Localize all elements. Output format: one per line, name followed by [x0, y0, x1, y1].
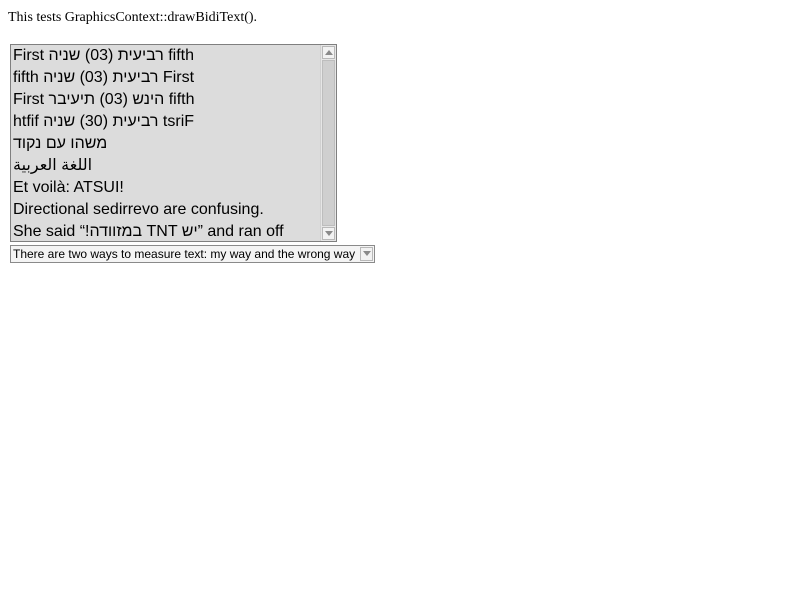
scroll-up-arrow-icon [325, 50, 333, 55]
list-item[interactable]: Directional sedirrevo are confusing. [11, 199, 320, 221]
list-item[interactable]: htfif רביעית (30) שניה tsriF [11, 111, 320, 133]
list-item[interactable]: She said “!במזוודה TNT יש” and ran off [11, 221, 320, 241]
list-item[interactable]: Et voilà: ATSUI! [11, 177, 320, 199]
list-item[interactable]: First הינש (03) תיעיבר fifth [11, 89, 320, 111]
scroll-down-button[interactable] [322, 227, 335, 240]
scroll-up-button[interactable] [322, 46, 335, 59]
bidi-listbox[interactable]: First רביעית (03) שניה fifth fifth רביעי… [10, 44, 337, 242]
measure-text-select[interactable]: There are two ways to measure text: my w… [10, 245, 375, 263]
scroll-thumb[interactable] [322, 60, 335, 226]
listbox-items: First רביעית (03) שניה fifth fifth רביעי… [11, 45, 320, 241]
listbox-scrollbar[interactable] [320, 45, 336, 241]
scroll-down-arrow-icon [325, 231, 333, 236]
list-item[interactable]: fifth רביעית (03) שניה First [11, 67, 320, 89]
chevron-down-icon [363, 251, 371, 256]
list-item[interactable]: First רביעית (03) שניה fifth [11, 45, 320, 67]
intro-text: This tests GraphicsContext::drawBidiText… [8, 10, 258, 25]
select-dropdown-button[interactable] [360, 247, 373, 261]
select-selected-value: There are two ways to measure text: my w… [13, 247, 356, 261]
list-item[interactable]: اللغة العربية [11, 155, 320, 177]
list-item[interactable]: משהו עם נקוד [11, 133, 320, 155]
